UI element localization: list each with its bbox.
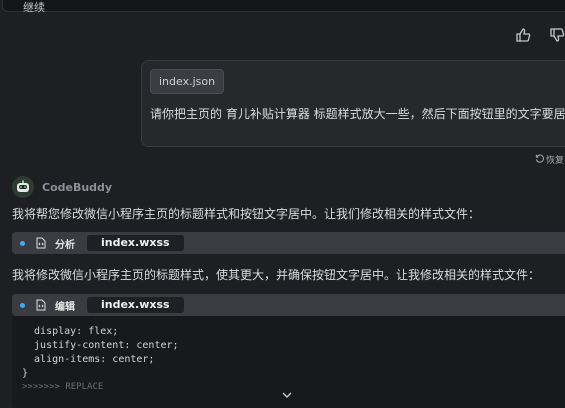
previous-message-card: 继续 — [2, 0, 565, 15]
tool-step-edit[interactable]: 编辑 index.wxss — [12, 294, 565, 316]
assistant-message-1: 我将帮您修改微信小程序主页的标题样式和按钮文字居中。让我们修改相关的样式文件： — [12, 207, 481, 221]
tool-file-name[interactable]: index.wxss — [87, 297, 184, 313]
tool-action-label: 编辑 — [55, 301, 75, 313]
user-message-text: 请你把主页的 育儿补贴计算器 标题样式放大一些，然后下面按钮里的文字要居中 — [150, 107, 565, 121]
assistant-name: CodeBuddy — [42, 180, 113, 194]
code-line: } — [22, 368, 29, 379]
restore-icon — [535, 154, 544, 166]
continue-button[interactable]: 继续 — [23, 0, 45, 15]
restore-button[interactable]: 恢复 — [535, 153, 564, 166]
replace-marker: >>>>>>> REPLACE — [22, 382, 104, 392]
tool-action-label: 分析 — [55, 239, 75, 251]
attached-file-chip[interactable]: index.json — [150, 69, 225, 94]
assistant-message-2: 我将修改微信小程序主页的标题样式，使其更大，并确保按钮文字居中。让我修改相关的样… — [12, 268, 541, 282]
restore-label: 恢复 — [546, 156, 565, 166]
code-line: align-items: center; — [22, 354, 155, 365]
user-message: index.json 请你把主页的 育儿补贴计算器 标题样式放大一些，然后下面按… — [141, 60, 565, 147]
bullet-dot — [20, 240, 25, 246]
code-file-icon — [35, 299, 47, 311]
bullet-dot — [20, 302, 25, 308]
code-line: justify-content: center; — [22, 340, 179, 351]
tool-file-name[interactable]: index.wxss — [87, 235, 184, 251]
code-file-icon — [35, 237, 47, 249]
assistant-header: CodeBuddy — [12, 176, 112, 198]
code-line: display: flex; — [22, 326, 119, 337]
tool-step-analyze[interactable]: 分析 index.wxss — [12, 232, 565, 254]
chevron-down-icon[interactable] — [280, 386, 294, 398]
codebuddy-avatar-icon — [12, 176, 34, 198]
thumbs-up-icon[interactable] — [514, 26, 532, 44]
thumbs-down-icon[interactable] — [548, 26, 565, 44]
